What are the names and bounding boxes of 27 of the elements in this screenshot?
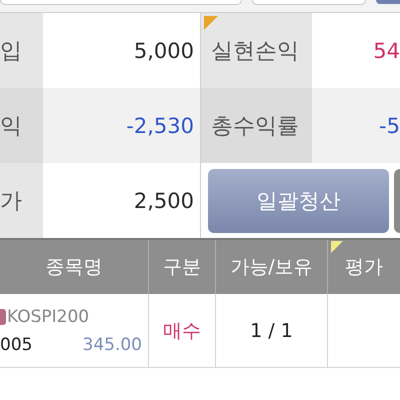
column-header[interactable]: 평가	[327, 240, 400, 294]
amount-text: 2,500	[134, 188, 194, 212]
amount-text: 54	[373, 38, 400, 62]
quantity-cell: 1 / 1	[215, 294, 327, 368]
row-label: 익	[0, 88, 43, 163]
top-button[interactable]	[376, 0, 400, 4]
stat-label: 실현손익	[200, 13, 312, 88]
column-header[interactable]: 가능/보유	[215, 240, 327, 294]
corner-flag-icon	[204, 16, 218, 30]
side-text: 매수	[163, 318, 201, 344]
side-button[interactable]	[394, 168, 400, 232]
row-label: 가	[0, 163, 43, 238]
input-field[interactable]	[252, 0, 366, 5]
stock-name: KOSPI200	[7, 306, 90, 326]
corner-flag-icon	[331, 241, 343, 253]
liquidate-all-button[interactable]: 일괄청산	[208, 168, 389, 232]
column-header[interactable]: 종목명	[0, 240, 148, 294]
amount-text: 5,000	[134, 38, 194, 62]
stock-code: 005	[0, 334, 32, 354]
amount-text: -5	[379, 114, 400, 138]
stat-label: 총수익률	[200, 88, 312, 163]
price-text: 345.00	[82, 334, 142, 354]
column-header[interactable]: 구분	[148, 240, 215, 294]
tag-icon	[0, 308, 6, 324]
amount-text: -2,530	[126, 114, 194, 138]
input-field[interactable]	[0, 0, 242, 5]
row-label: 입	[0, 13, 43, 88]
